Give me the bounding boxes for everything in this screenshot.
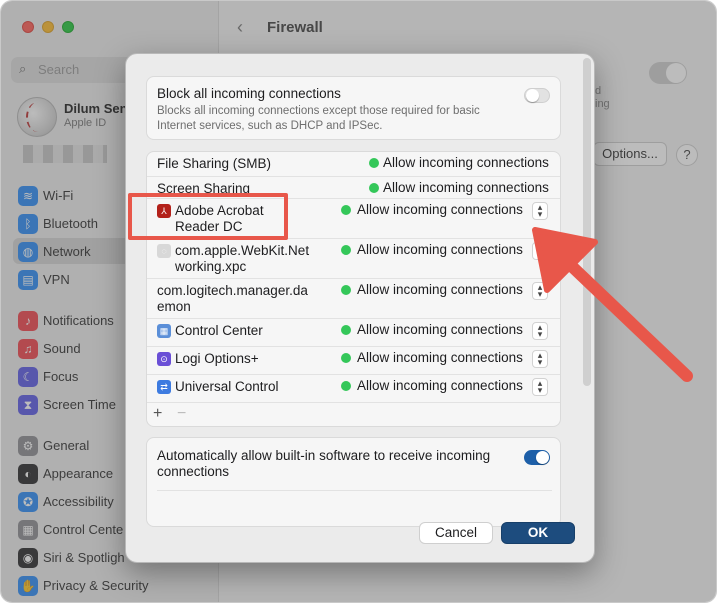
logi-icon: ⊙ bbox=[157, 352, 171, 366]
block-all-title: Block all incoming connections bbox=[157, 86, 341, 101]
status-dot bbox=[341, 325, 351, 335]
connection-status[interactable]: Allow incoming connections bbox=[357, 202, 523, 217]
cancel-button[interactable]: Cancel bbox=[419, 522, 493, 544]
connection-status: Allow incoming connections bbox=[383, 180, 549, 195]
connection-status[interactable]: Allow incoming connections bbox=[357, 322, 523, 337]
connection-status[interactable]: Allow incoming connections bbox=[357, 378, 523, 393]
status-dot bbox=[341, 353, 351, 363]
control-center-icon: ▦ bbox=[157, 324, 171, 338]
app-name: com.logitech.manager.da emon bbox=[157, 283, 308, 314]
block-all-description: Blocks all incoming connections except t… bbox=[157, 105, 480, 132]
settings-window: ⌕ Search Dilum Sen Apple ID ≋ Wi-Fi ᛒ Bluet… bbox=[0, 0, 717, 603]
add-remove-bar: + − bbox=[147, 402, 560, 427]
ok-button[interactable]: OK bbox=[501, 522, 575, 544]
app-rule-row[interactable]: ◌ com.apple.WebKit.Net working.xpc Allow i… bbox=[147, 238, 560, 278]
generic-app-icon: ◌ bbox=[157, 244, 171, 258]
add-app-button[interactable]: + bbox=[153, 405, 162, 423]
app-name: Control Center bbox=[175, 323, 263, 338]
status-dot bbox=[341, 205, 351, 215]
status-dot bbox=[341, 285, 351, 295]
app-name: Logi Options+ bbox=[175, 351, 259, 366]
app-rule-row[interactable]: com.logitech.manager.da emon Allow incomi… bbox=[147, 278, 560, 318]
block-all-toggle[interactable] bbox=[524, 88, 550, 103]
auto-allow-title: Automatically allow built-in software to… bbox=[157, 448, 491, 479]
connection-status[interactable]: Allow incoming connections bbox=[357, 242, 523, 257]
universal-control-icon: ⇄ bbox=[157, 380, 171, 394]
remove-app-button[interactable]: − bbox=[177, 405, 186, 423]
status-dot bbox=[341, 245, 351, 255]
app-rule-row[interactable]: ⊙ Logi Options+ Allow incoming connections… bbox=[147, 346, 560, 374]
status-dot bbox=[369, 183, 379, 193]
annotation-highlight-box bbox=[128, 193, 288, 240]
annotation-arrow bbox=[532, 227, 693, 382]
status-dot bbox=[341, 381, 351, 391]
app-name: Universal Control bbox=[175, 379, 279, 394]
divider bbox=[157, 490, 552, 491]
app-rule-row[interactable]: ▦ Control Center Allow incoming connection… bbox=[147, 318, 560, 346]
status-dot bbox=[369, 158, 379, 168]
connection-status[interactable]: Allow incoming connections bbox=[357, 282, 523, 297]
auto-allow-toggle[interactable] bbox=[524, 450, 550, 465]
connection-status[interactable]: Allow incoming connections bbox=[357, 350, 523, 365]
app-name: com.apple.WebKit.Net working.xpc bbox=[175, 243, 310, 274]
block-all-section: Block all incoming connections Blocks al… bbox=[146, 76, 561, 140]
app-rule-row[interactable]: File Sharing (SMB) Allow incoming connect… bbox=[147, 152, 560, 176]
app-name: File Sharing (SMB) bbox=[157, 156, 272, 171]
auto-allow-section: Automatically allow built-in software to… bbox=[146, 437, 561, 527]
app-rule-row[interactable]: ⇄ Universal Control Allow incoming connect… bbox=[147, 374, 560, 402]
connection-status: Allow incoming connections bbox=[383, 155, 549, 170]
